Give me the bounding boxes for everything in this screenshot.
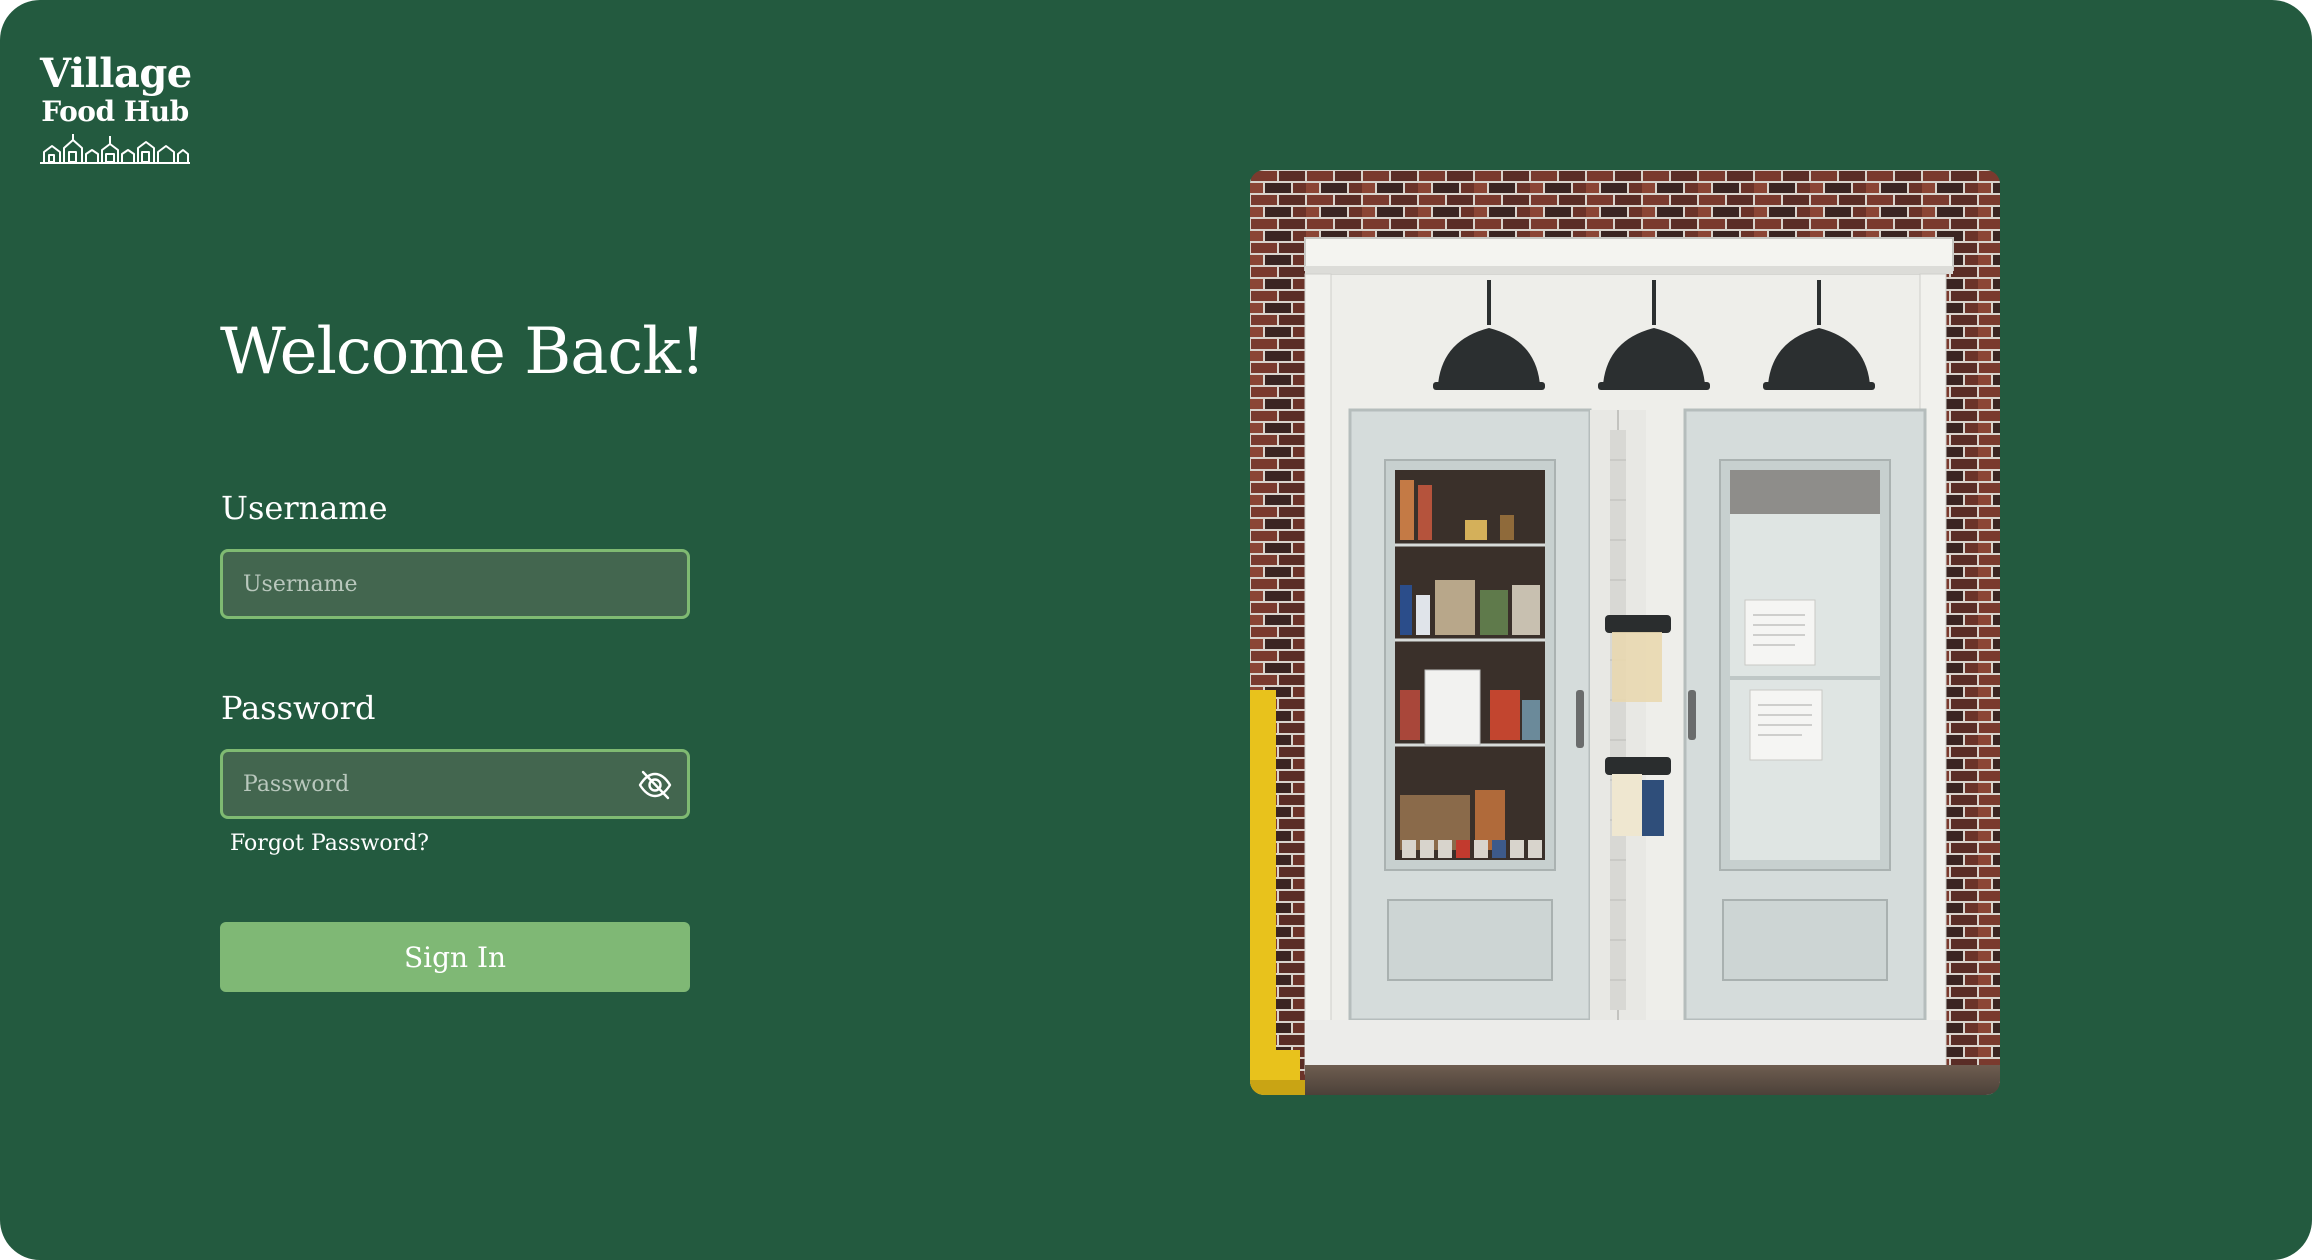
forgot-password-link[interactable]: Forgot Password?	[230, 830, 429, 858]
password-label: Password	[221, 689, 376, 727]
brand-name-line1: Village	[40, 50, 192, 97]
login-screen: Village Food Hub Welcome Back! Username …	[0, 0, 2312, 1260]
brand-name-line2: Food Hub	[41, 95, 189, 128]
sign-in-button[interactable]: Sign In	[220, 922, 690, 992]
welcome-heading: Welcome Back!	[220, 315, 706, 389]
brand-logo: Village Food Hub	[40, 50, 192, 164]
password-input[interactable]	[223, 752, 687, 816]
eye-off-icon[interactable]	[637, 767, 673, 803]
username-input[interactable]	[223, 552, 687, 616]
username-field-container	[220, 549, 690, 619]
food-pantry-photo	[1250, 170, 2000, 1095]
username-label: Username	[221, 489, 388, 527]
village-houses-icon	[40, 134, 190, 164]
password-field-container	[220, 749, 690, 819]
